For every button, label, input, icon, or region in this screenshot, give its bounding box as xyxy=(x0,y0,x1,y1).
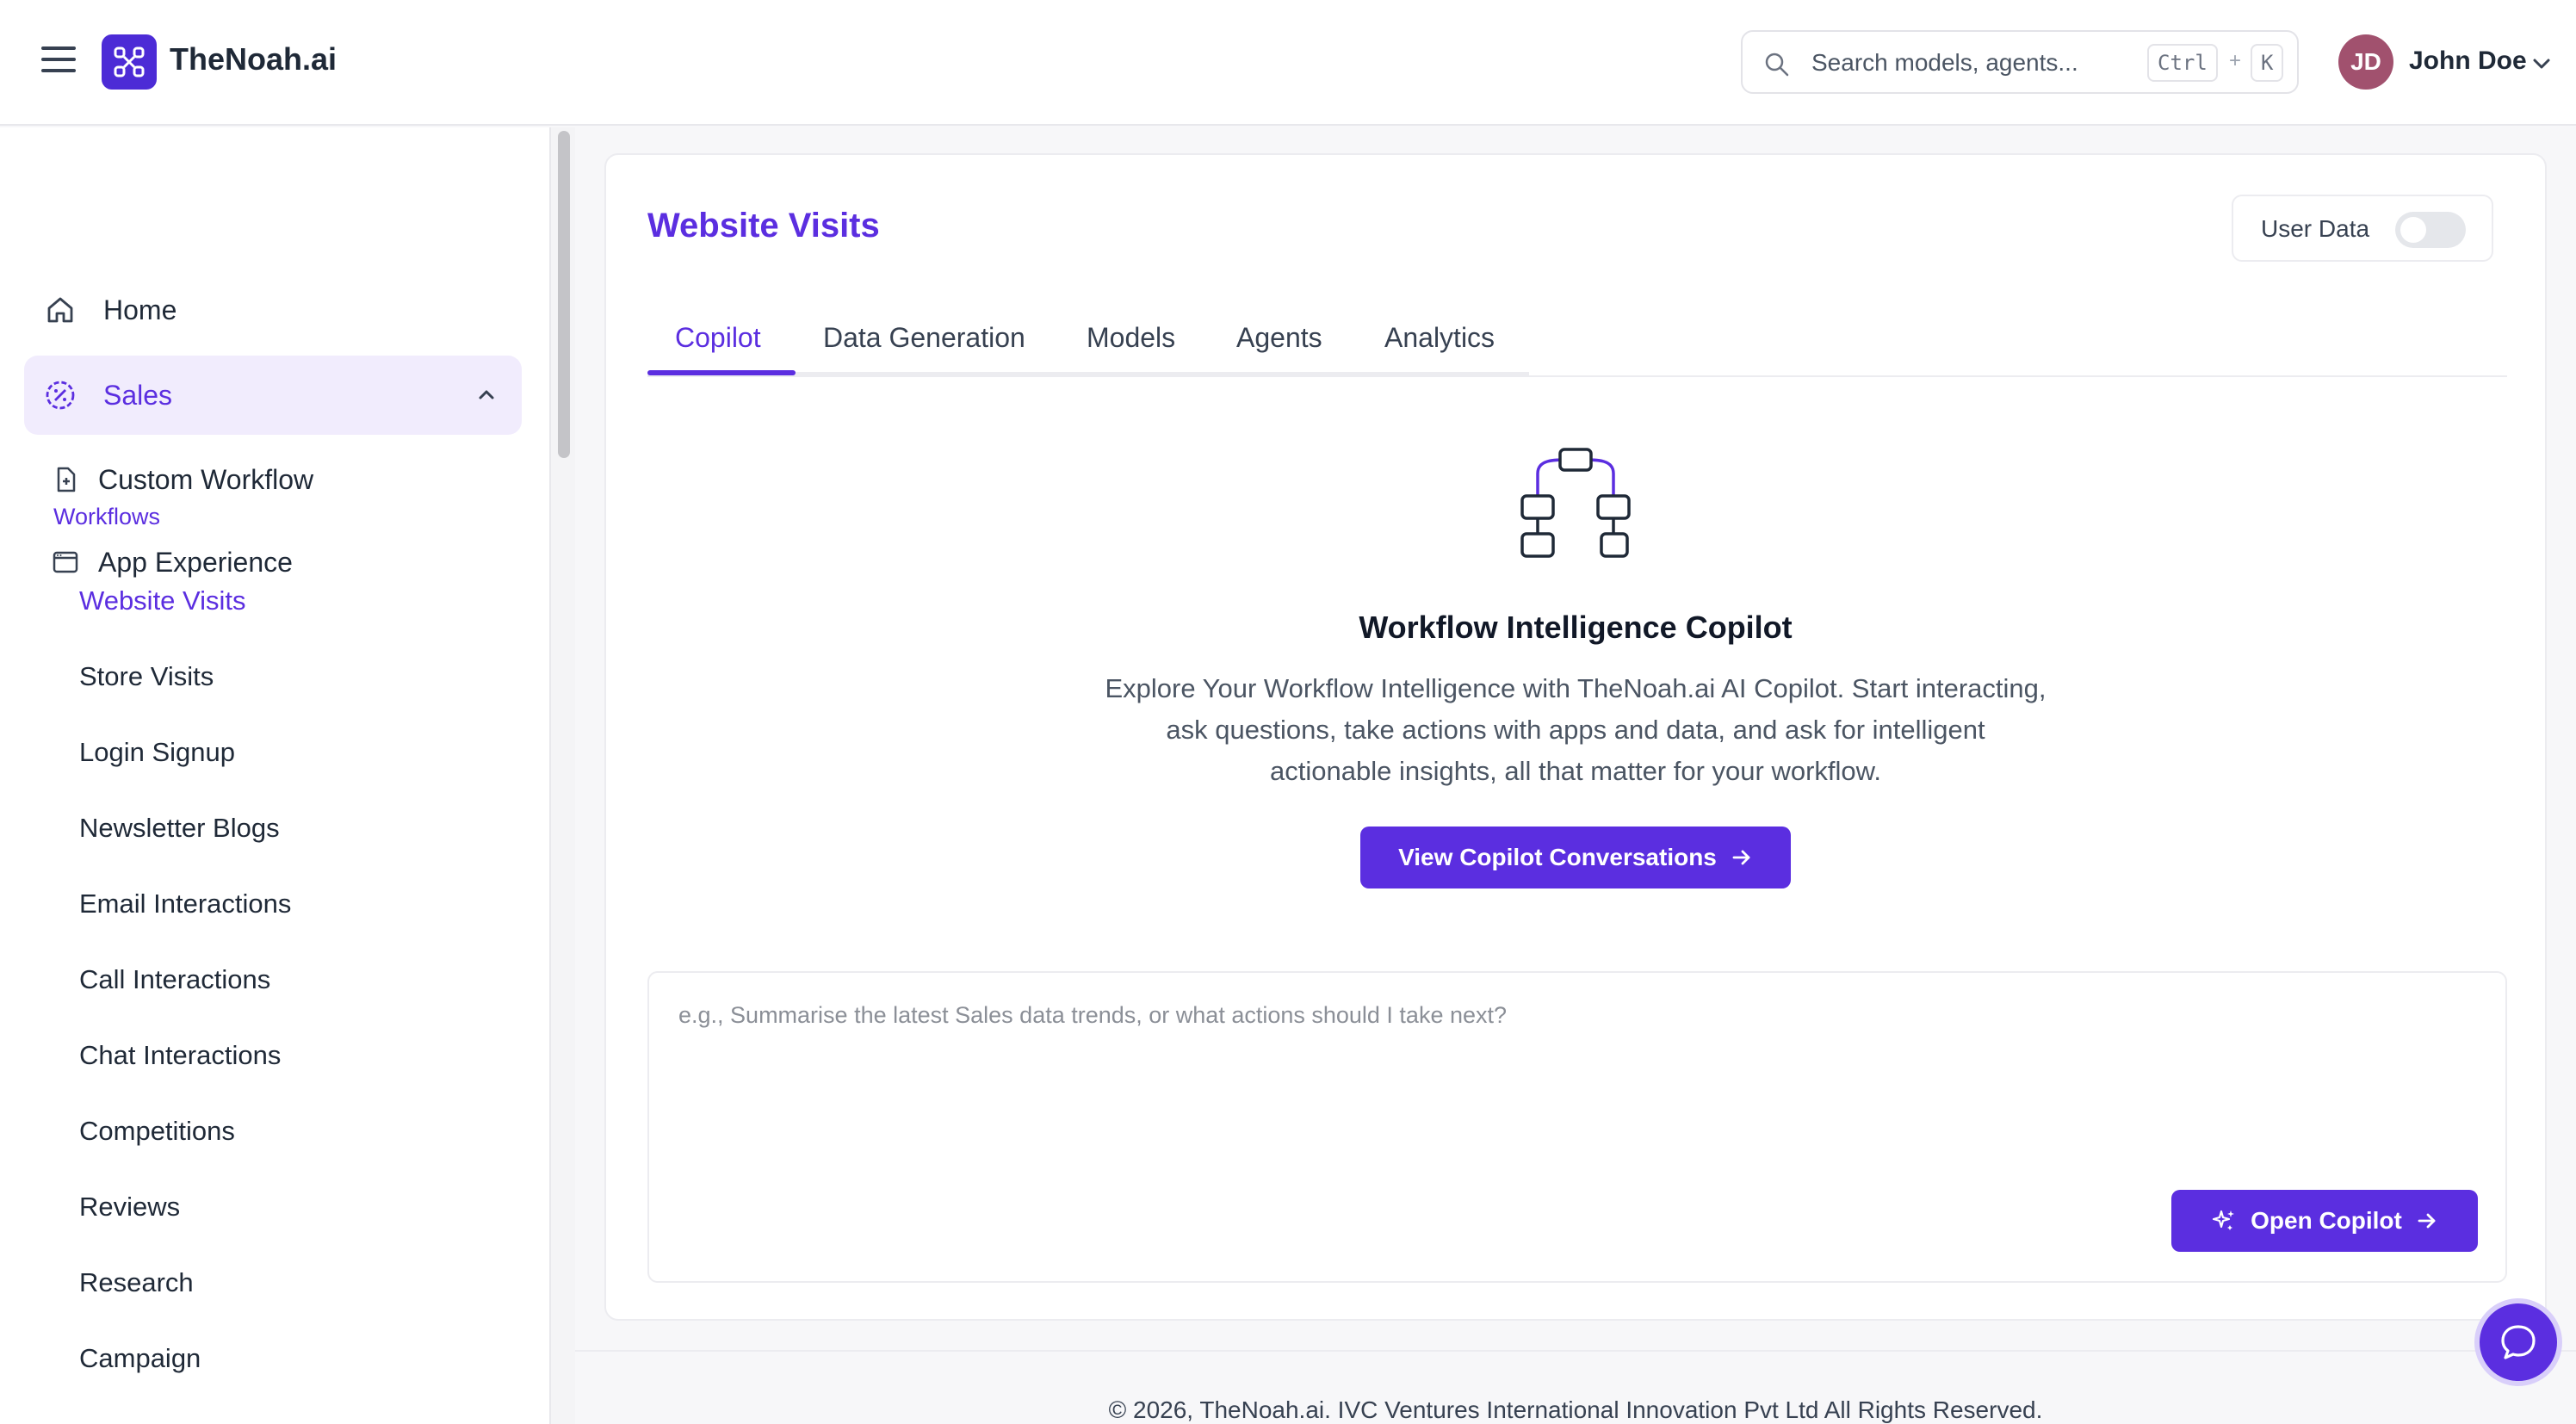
toggle-label: User Data xyxy=(2261,215,2370,242)
sidebar-workflow-email-interactions[interactable]: Email Interactions xyxy=(79,888,291,919)
user-data-toggle[interactable] xyxy=(2395,212,2466,248)
arrow-right-icon xyxy=(2418,1213,2436,1229)
sidebar-workflow-call-interactions[interactable]: Call Interactions xyxy=(79,964,270,995)
sidebar-item-label: Home xyxy=(103,294,177,325)
tab-agents[interactable]: Agents xyxy=(1236,322,1322,354)
logo-icon xyxy=(114,46,145,77)
user-data-toggle-box[interactable]: User Data xyxy=(2232,195,2493,262)
sparkle-icon xyxy=(2213,1210,2235,1230)
tab-copilot[interactable]: Copilot xyxy=(675,322,761,354)
menu-icon[interactable] xyxy=(41,46,76,72)
workflow-tree-icon xyxy=(1520,448,1631,558)
sidebar: Home Sales Custom Workflow App Experienc… xyxy=(0,127,551,1424)
sidebar-item-home[interactable]: Home xyxy=(43,293,176,327)
brand-name[interactable]: TheNoah.ai xyxy=(170,41,337,77)
tab-active-indicator xyxy=(647,370,796,375)
search-icon xyxy=(1765,53,1789,77)
sidebar-workflow-website-visits[interactable]: Website Visits xyxy=(79,585,246,616)
sidebar-workflow-competitions[interactable]: Competitions xyxy=(79,1116,235,1147)
sidebar-workflow-reviews[interactable]: Reviews xyxy=(79,1192,180,1223)
arrow-right-icon xyxy=(1732,850,1750,865)
sidebar-item-label: Custom Workflow xyxy=(98,463,314,495)
sidebar-workflow-store-visits[interactable]: Store Visits xyxy=(79,661,214,692)
button-label: Open Copilot xyxy=(2251,1207,2402,1234)
tab-analytics[interactable]: Analytics xyxy=(1384,322,1495,354)
page-title: Website Visits xyxy=(647,207,880,245)
chevron-down-icon[interactable] xyxy=(2530,52,2554,76)
prompt-placeholder: e.g., Summarise the latest Sales data tr… xyxy=(678,1002,1508,1028)
home-icon xyxy=(43,293,77,327)
shortcut-plus: + xyxy=(2229,49,2242,72)
sidebar-workflow-newsletter-blogs[interactable]: Newsletter Blogs xyxy=(79,813,280,844)
sidebar-item-custom-workflow[interactable]: Custom Workflow xyxy=(48,462,313,497)
open-copilot-button[interactable]: Open Copilot xyxy=(2171,1190,2478,1252)
chevron-up-icon[interactable] xyxy=(474,381,499,407)
logo[interactable] xyxy=(102,34,157,90)
section-label-workflows: Workflows xyxy=(53,504,161,529)
sidebar-scrollbar-thumb[interactable] xyxy=(558,131,570,458)
file-plus-icon xyxy=(48,462,83,497)
search-box[interactable]: Search models, agents... Ctrl + K xyxy=(1741,30,2299,94)
browser-icon xyxy=(48,545,83,579)
view-copilot-conversations-button[interactable]: View Copilot Conversations xyxy=(1360,827,1791,888)
sidebar-workflow-campaign[interactable]: Campaign xyxy=(79,1343,201,1374)
user-name[interactable]: John Doe xyxy=(2409,46,2527,76)
top-bar: TheNoah.ai Search models, agents... Ctrl… xyxy=(0,0,2576,126)
chat-fab-button[interactable] xyxy=(2474,1298,2562,1386)
sidebar-workflow-chat-interactions[interactable]: Chat Interactions xyxy=(79,1040,281,1071)
search-input[interactable]: Search models, agents... xyxy=(1811,49,2078,77)
sidebar-item-label: Sales xyxy=(103,379,173,411)
sidebar-item-label: App Experience xyxy=(98,546,293,578)
sidebar-item-sales[interactable]: Sales xyxy=(24,356,522,435)
hero-description: Explore Your Workflow Intelligence with … xyxy=(1105,673,2047,786)
chat-bubble-icon xyxy=(2501,1325,2536,1359)
copilot-prompt-input[interactable]: e.g., Summarise the latest Sales data tr… xyxy=(647,971,2507,1283)
sidebar-workflow-research[interactable]: Research xyxy=(79,1267,194,1298)
button-label: View Copilot Conversations xyxy=(1398,844,1717,870)
hero-title: Workflow Intelligence Copilot xyxy=(1359,610,1793,645)
sidebar-item-app-experience[interactable]: App Experience xyxy=(48,545,293,579)
sales-icon xyxy=(43,378,77,412)
tab-data-generation[interactable]: Data Generation xyxy=(823,322,1025,354)
shortcut-ctrl: Ctrl xyxy=(2147,44,2218,82)
footer-copyright: © 2026, TheNoah.ai. IVC Ventures Interna… xyxy=(1108,1396,2043,1423)
main-card: Website Visits User Data Copilot Data Ge… xyxy=(604,153,2547,1321)
tab-models[interactable]: Models xyxy=(1087,322,1175,354)
shortcut-key: K xyxy=(2251,44,2284,82)
footer: © 2026, TheNoah.ai. IVC Ventures Interna… xyxy=(575,1350,2576,1424)
avatar[interactable]: JD xyxy=(2338,34,2393,90)
sidebar-workflow-login-signup[interactable]: Login Signup xyxy=(79,737,235,768)
toggle-knob xyxy=(2400,217,2426,243)
